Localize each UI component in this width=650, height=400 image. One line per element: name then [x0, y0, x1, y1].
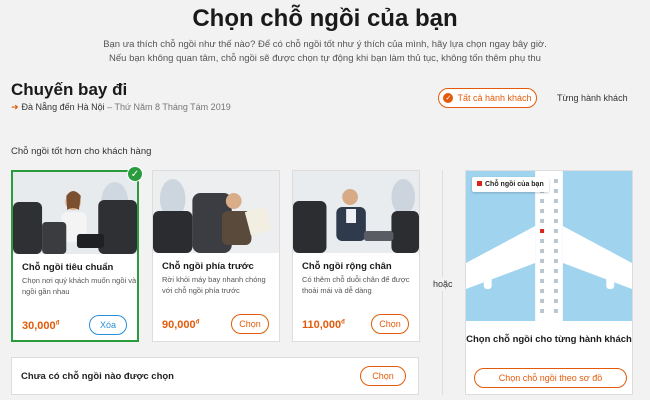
seat-name: Chỗ ngồi rộng chân [302, 261, 392, 272]
flight-date: – Thứ Năm 8 Tháng Tám 2019 [104, 102, 231, 112]
check-icon: ✓ [443, 93, 454, 103]
seat-desc: Rời khỏi máy bay nhanh chóng với chỗ ngồ… [162, 275, 266, 295]
flight-route: ➜ Đà Nẵng đến Hà Nội – Thứ Năm 8 Tháng Tá… [11, 102, 231, 113]
seat-photo-front [153, 171, 279, 253]
currency-symbol: đ [341, 319, 345, 326]
seat-map-card[interactable]: Chỗ ngồi của bạn Chọn chỗ ngồi cho từng … [465, 170, 633, 395]
airplane-icon [466, 171, 632, 321]
seat-price-value: 90,000 [162, 319, 196, 331]
all-passengers-button[interactable]: ✓ Tất cả hành khách [438, 88, 537, 108]
seat-price: 110,000đ [302, 319, 345, 331]
seat-price-value: 110,000 [302, 319, 342, 331]
seat-map[interactable]: Chỗ ngồi của bạn [466, 171, 632, 321]
flight-title: Chuyến bay đi [11, 80, 128, 99]
seat-desc: Chọn nơi quý khách muốn ngồi và ngồi gần… [22, 276, 137, 296]
seat-name: Chỗ ngồi phía trước [162, 261, 254, 272]
or-label: hoặc [433, 277, 453, 291]
seat-legend-label: Chỗ ngồi của bạn [485, 181, 544, 188]
route-text: Đà Nẵng đến Hà Nội [21, 102, 105, 112]
select-seat-button[interactable]: Chọn [371, 314, 409, 334]
no-seat-selected-bar: Chưa có chỗ ngồi nào được chọn Chọn [11, 357, 419, 395]
seat-photo-standard [13, 172, 137, 254]
seat-price: 90,000đ [162, 319, 199, 331]
section-label: Chỗ ngồi tốt hơn cho khách hàng [11, 146, 152, 157]
select-button[interactable]: Chọn [360, 366, 406, 386]
no-seat-text: Chưa có chỗ ngồi nào được chọn [21, 371, 174, 382]
currency-symbol: đ [195, 319, 200, 326]
currency-symbol: đ [55, 320, 60, 327]
plane-arrow-icon: ➜ [11, 102, 19, 112]
red-seat-icon [477, 181, 482, 186]
seat-card-standard[interactable]: Chỗ ngồi tiêu chuẩn Chọn nơi quý khách m… [11, 166, 143, 342]
seat-price: 30,000đ [22, 320, 59, 332]
seat-map-title: Chọn chỗ ngồi cho từng hành khách [466, 334, 632, 345]
seat-name: Chỗ ngồi tiêu chuẩn [22, 262, 114, 273]
remove-seat-button[interactable]: Xóa [89, 315, 127, 335]
seat-photo-legroom [293, 171, 419, 253]
page-title: Chọn chỗ ngồi của bạn [192, 5, 458, 32]
seat-card-legroom[interactable]: Chỗ ngồi rộng chân Có thêm chỗ duỗi chân… [292, 170, 420, 342]
each-passenger-button[interactable]: Từng hành khách [557, 93, 628, 103]
all-passengers-label: Tất cả hành khách [457, 93, 532, 103]
seat-card-front[interactable]: Chỗ ngồi phía trước Rời khỏi máy bay nha… [152, 170, 280, 342]
seat-legend-tag: Chỗ ngồi của bạn [472, 177, 549, 192]
choose-by-map-button[interactable]: Chọn chỗ ngồi theo sơ đồ [474, 368, 627, 388]
page-subtitle: Bạn ưa thích chỗ ngồi như thế nào? Để có… [103, 39, 547, 64]
selected-check-icon: ✓ [127, 166, 143, 182]
seat-price-value: 30,000 [22, 320, 56, 332]
select-seat-button[interactable]: Chọn [231, 314, 269, 334]
seat-desc: Có thêm chỗ duỗi chân để được thoải mái … [302, 275, 410, 295]
